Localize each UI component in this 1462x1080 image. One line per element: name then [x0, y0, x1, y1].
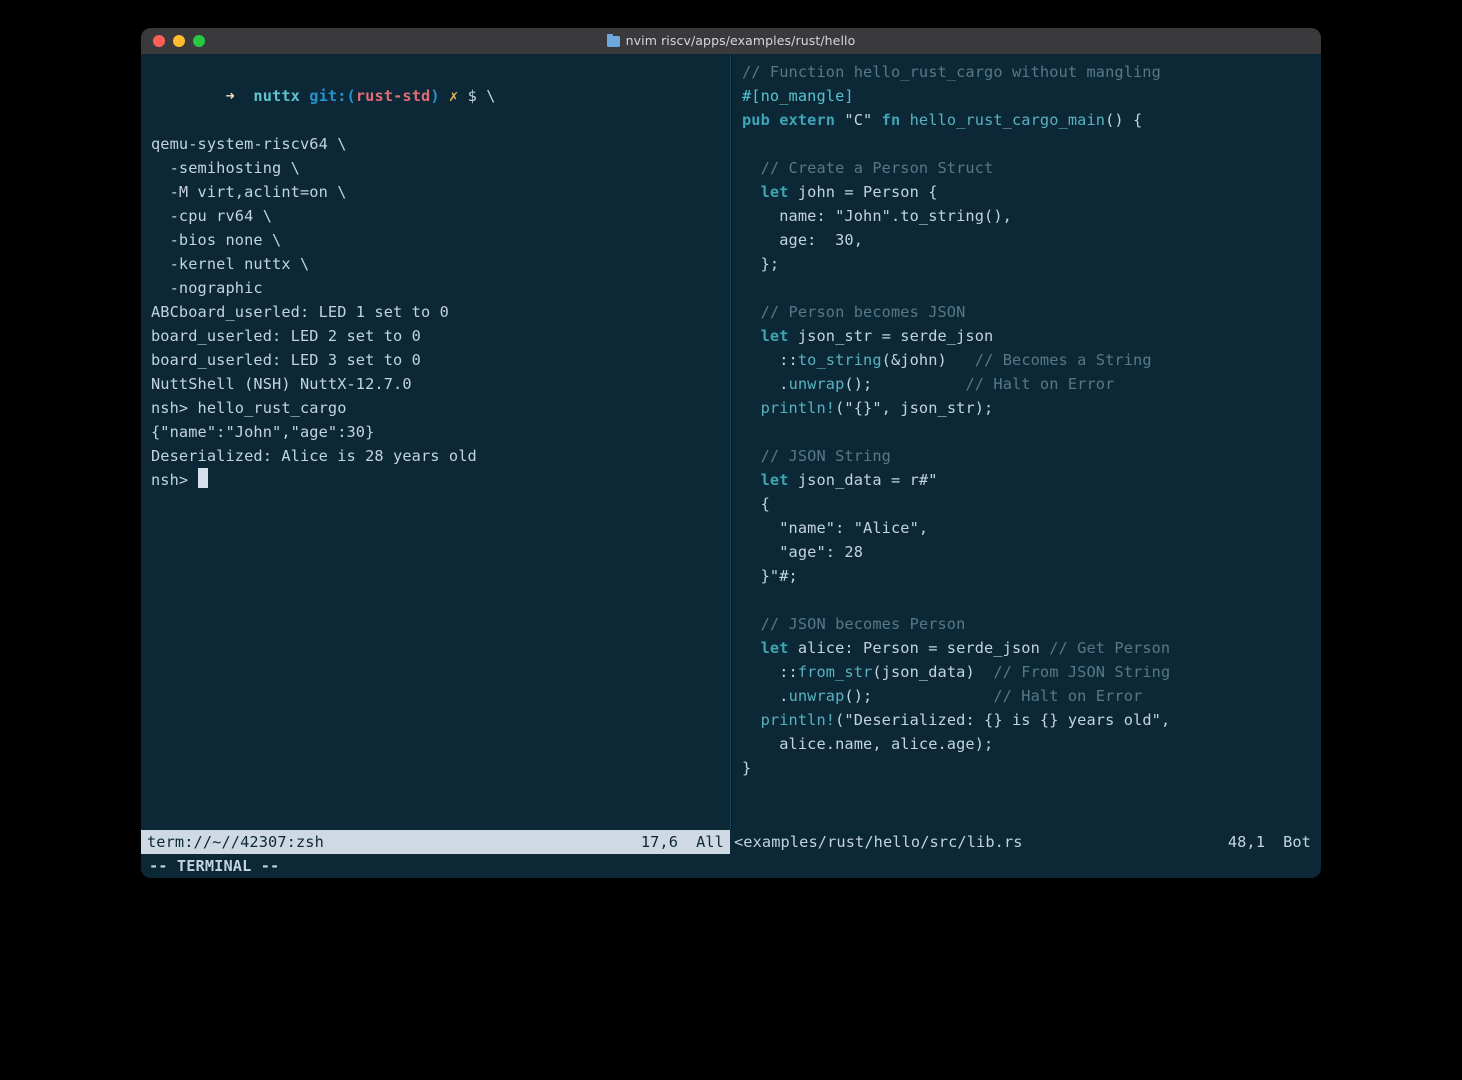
- code-line: .unwrap(); // Halt on Error: [742, 684, 1311, 708]
- prompt-arrow: ➜: [225, 87, 234, 105]
- code-line: [742, 420, 1311, 444]
- code-line: println!("Deserialized: {} is {} years o…: [742, 708, 1311, 732]
- code-line: name: "John".to_string(),: [742, 204, 1311, 228]
- folder-icon: [607, 36, 620, 47]
- buffer-name: <examples/rust/hello/src/lib.rs: [734, 830, 1023, 854]
- cursor-position: 17,6: [641, 830, 678, 854]
- editor-pane[interactable]: // Function hello_rust_cargo without man…: [732, 54, 1321, 830]
- terminal-line: Deserialized: Alice is 28 years old: [151, 444, 720, 468]
- code-line: pub extern "C" fn hello_rust_cargo_main(…: [742, 108, 1311, 132]
- terminal-line: ABCboard_userled: LED 1 set to 0: [151, 300, 720, 324]
- code-line: // Person becomes JSON: [742, 300, 1311, 324]
- terminal-line: -M virt,aclint=on \: [151, 180, 720, 204]
- code-line: let alice: Person = serde_json // Get Pe…: [742, 636, 1311, 660]
- terminal-line: board_userled: LED 2 set to 0: [151, 324, 720, 348]
- code-line: [742, 276, 1311, 300]
- code-line: "age": 28: [742, 540, 1311, 564]
- terminal-line: board_userled: LED 3 set to 0: [151, 348, 720, 372]
- prompt-dir: nuttx: [253, 87, 300, 105]
- code-line: [742, 588, 1311, 612]
- title-text: nvim riscv/apps/examples/rust/hello: [626, 29, 856, 53]
- code-line: let john = Person {: [742, 180, 1311, 204]
- zoom-icon[interactable]: [193, 35, 205, 47]
- terminal-pane[interactable]: ➜ nuttx git:(rust-std) ✗ $ \ qemu-system…: [141, 54, 730, 830]
- code-line: // JSON String: [742, 444, 1311, 468]
- code-line: [742, 132, 1311, 156]
- shell-prompt: ➜ nuttx git:(rust-std) ✗ $ \: [151, 60, 720, 132]
- code-line: #[no_mangle]: [742, 84, 1311, 108]
- cursor-position: 48,1: [1228, 830, 1265, 854]
- scroll-position: Bot: [1283, 830, 1311, 854]
- cursor-icon: [198, 468, 208, 488]
- code-line: // JSON becomes Person: [742, 612, 1311, 636]
- buffer-name: term://~//42307:zsh: [147, 830, 324, 854]
- terminal-line: nsh> hello_rust_cargo: [151, 396, 720, 420]
- status-left-active: term://~//42307:zsh 17,6 All: [141, 830, 730, 854]
- close-icon[interactable]: [153, 35, 165, 47]
- code-line: println!("{}", json_str);: [742, 396, 1311, 420]
- status-line: term://~//42307:zsh 17,6 All <examples/r…: [141, 830, 1321, 854]
- code-line: };: [742, 252, 1311, 276]
- terminal-line: -cpu rv64 \: [151, 204, 720, 228]
- minimize-icon[interactable]: [173, 35, 185, 47]
- code-line: "name": "Alice",: [742, 516, 1311, 540]
- terminal-window: nvim riscv/apps/examples/rust/hello ➜ nu…: [141, 28, 1321, 878]
- terminal-line: {"name":"John","age":30}: [151, 420, 720, 444]
- scroll-position: All: [696, 830, 724, 854]
- code-line: age: 30,: [742, 228, 1311, 252]
- terminal-line: -kernel nuttx \: [151, 252, 720, 276]
- code-line: {: [742, 492, 1311, 516]
- code-line: let json_data = r#": [742, 468, 1311, 492]
- mode-indicator: -- TERMINAL --: [141, 854, 1321, 878]
- status-right-inactive: <examples/rust/hello/src/lib.rs 48,1 Bot: [730, 830, 1321, 854]
- code-line: ::to_string(&john) // Becomes a String: [742, 348, 1311, 372]
- terminal-line: nsh>: [151, 468, 720, 492]
- git-branch: rust-std: [356, 87, 430, 105]
- code-line: .unwrap(); // Halt on Error: [742, 372, 1311, 396]
- editor-panes: ➜ nuttx git:(rust-std) ✗ $ \ qemu-system…: [141, 54, 1321, 830]
- window-title: nvim riscv/apps/examples/rust/hello: [141, 29, 1321, 53]
- code-line: }: [742, 756, 1311, 780]
- terminal-line: NuttShell (NSH) NuttX-12.7.0: [151, 372, 720, 396]
- terminal-line: -nographic: [151, 276, 720, 300]
- terminal-line: qemu-system-riscv64 \: [151, 132, 720, 156]
- code-line: ::from_str(json_data) // From JSON Strin…: [742, 660, 1311, 684]
- code-line: // Function hello_rust_cargo without man…: [742, 60, 1311, 84]
- terminal-line: -bios none \: [151, 228, 720, 252]
- titlebar: nvim riscv/apps/examples/rust/hello: [141, 28, 1321, 54]
- prompt-git: git:: [309, 87, 346, 105]
- traffic-lights: [153, 35, 205, 47]
- git-dirty-icon: ✗: [449, 87, 458, 105]
- code-line: alice.name, alice.age);: [742, 732, 1311, 756]
- code-line: }"#;: [742, 564, 1311, 588]
- code-line: // Create a Person Struct: [742, 156, 1311, 180]
- code-line: let json_str = serde_json: [742, 324, 1311, 348]
- terminal-line: -semihosting \: [151, 156, 720, 180]
